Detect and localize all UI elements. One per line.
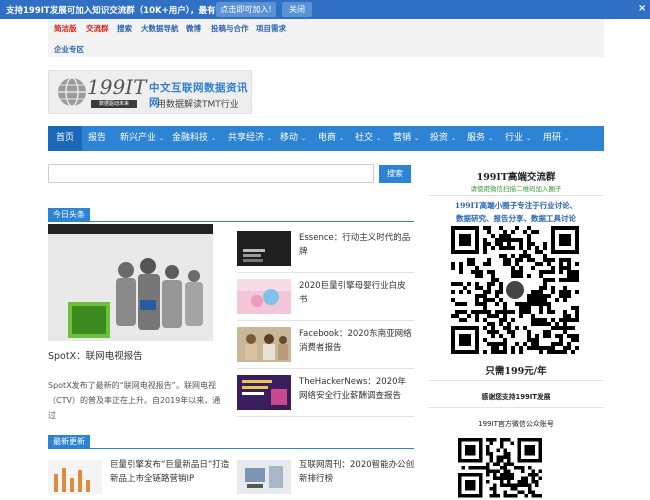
nav-item-home[interactable]: 首页 (48, 126, 83, 151)
chevron-down-icon: ⌄ (414, 135, 420, 142)
news-title: Facebook：2020东南亚网络消费者报告 (299, 329, 412, 353)
price-label: 只需199元/年 (485, 366, 547, 377)
nav-item-emerging[interactable]: 新兴产业 ⌄ (120, 126, 164, 151)
chevron-down-icon: ⌄ (159, 135, 165, 142)
main-nav: 首页 报告 新兴产业 ⌄ 金融科技 ⌄ 共享经济 ⌄ 移动 ⌄ 电商 ⌄ 社交 ⌄ 营销 ⌄ … (48, 126, 604, 151)
chevron-down-icon: ⌄ (339, 135, 345, 142)
nav-label: 金融科技 (172, 133, 209, 143)
nav-item-services[interactable]: 服务 ⌄ (467, 126, 493, 151)
notice-bar: 支持199IT发展可加入知识交流群（10K+用户），最有价值数据分享! 点击即可… (0, 0, 650, 19)
news-title: 互联网周刊：2020智能办公创新排行榜 (299, 460, 415, 484)
toplink-simple[interactable]: 简洁版 (54, 23, 77, 34)
nav-label: 营销 (393, 133, 412, 143)
divider (237, 416, 414, 417)
site-logo[interactable]: 199IT 数据驱动未来 中文互联网数据资讯网 用数据解读TMT行业 (48, 70, 252, 114)
logo-subtitle: 用数据解读TMT行业 (157, 100, 239, 110)
nav-item-reports[interactable]: 报告 (88, 126, 106, 151)
section-divider (48, 221, 414, 222)
nav-label: 首页 (56, 133, 75, 143)
notice-close-button[interactable]: 关闭 (282, 2, 312, 17)
qr-code-icon (458, 438, 544, 500)
toplink-group[interactable]: 交流群 (86, 23, 109, 34)
logo-tagline: 数据驱动未来 (91, 100, 137, 108)
divider (428, 407, 604, 408)
section-tag-latest: 最新更新 (48, 435, 90, 449)
news-title: 巨量引擎发布“巨量新品日”打造新品上市全链路营销IP (110, 460, 230, 484)
list-item[interactable]: 互联网周刊：2020智能办公创新排行榜 (237, 458, 417, 498)
group-title: 199IT高端交流群 (476, 172, 556, 183)
nav-label: 用研 (543, 133, 562, 143)
nav-item-fintech[interactable]: 金融科技 ⌄ (172, 126, 216, 151)
toplink-search[interactable]: 搜索 (117, 23, 132, 34)
nav-label: 移动 (280, 133, 299, 143)
nav-item-investment[interactable]: 投资 ⌄ (430, 126, 456, 151)
news-title: TheHackerNews：2020年网络安全行业薪酬调查报告 (299, 377, 407, 401)
nav-label: 报告 (88, 133, 107, 143)
toplink-enterprise[interactable]: 企业专区 (54, 44, 84, 55)
divider (237, 368, 414, 369)
chevron-down-icon: ⌄ (267, 135, 273, 142)
hero-image[interactable] (48, 224, 213, 341)
section-tag-headlines: 今日头条 (48, 208, 90, 222)
divider (237, 320, 414, 321)
chevron-down-icon: ⌄ (564, 135, 570, 142)
nav-item-industry[interactable]: 行业 ⌄ (505, 126, 531, 151)
chevron-down-icon: ⌄ (301, 135, 307, 142)
chevron-down-icon: ⌄ (488, 135, 494, 142)
group-description: 199IT高端小圈子专注于行业讨论、 (454, 201, 578, 210)
hero-photo (48, 224, 213, 341)
join-group-button[interactable]: 点击即可加入! (216, 2, 276, 17)
nav-item-sharing[interactable]: 共享经济 ⌄ (228, 126, 272, 151)
divider (428, 380, 604, 381)
chevron-down-icon: ⌄ (526, 135, 532, 142)
list-item[interactable]: 巨量引擎发布“巨量新品日”打造新品上市全链路营销IP (48, 458, 230, 498)
hero-title[interactable]: SpotX：联网电视报告 (48, 348, 143, 362)
nav-label: 行业 (505, 133, 524, 143)
globe-icon (58, 77, 86, 107)
toplink-weibo[interactable]: 微博 (186, 23, 201, 34)
group-description: 数据研究、报告分享、数据工具讨论 (456, 214, 576, 223)
official-account-label: 199IT官方微信公众账号 (478, 420, 554, 428)
section-divider (48, 448, 414, 449)
group-subtitle: 请使用微信扫描二维码加入圈子 (470, 185, 562, 193)
qr-code-icon (451, 226, 579, 354)
chevron-down-icon: ⌄ (211, 135, 217, 142)
search-button[interactable]: 搜索 (379, 165, 411, 183)
news-thumbnail (237, 327, 291, 362)
nav-label: 电商 (318, 133, 337, 143)
news-title: 2020巨量引擎母婴行业白皮书 (299, 281, 406, 305)
news-thumbnail (237, 375, 291, 410)
logo-number: 199IT (87, 75, 147, 99)
hero-summary: SpotX发布了最新的“联网电视报告”。联网电视（CTV）的普及率正在上升。自2… (48, 381, 221, 420)
toplink-bigdata-nav[interactable]: 大数据导航 (141, 23, 179, 34)
chevron-down-icon: ⌄ (451, 135, 457, 142)
nav-label: 社交 (355, 133, 374, 143)
nav-item-research[interactable]: 用研 ⌄ (543, 126, 569, 151)
nav-item-ecommerce[interactable]: 电商 ⌄ (318, 126, 344, 151)
thanks-label: 感谢您支持199IT发展 (481, 393, 551, 401)
chevron-down-icon: ⌄ (376, 135, 382, 142)
nav-item-social[interactable]: 社交 ⌄ (355, 126, 381, 151)
nav-label: 服务 (467, 133, 486, 143)
close-icon[interactable]: × (638, 3, 646, 14)
nav-label: 新兴产业 (120, 133, 157, 143)
divider (428, 195, 604, 196)
news-thumbnail (237, 279, 291, 314)
nav-item-mobile[interactable]: 移动 ⌄ (280, 126, 306, 151)
toplink-contribute[interactable]: 投稿与合作 (211, 23, 249, 34)
news-thumbnail (48, 460, 102, 494)
news-title: Essence：行动主义时代的品牌 (299, 233, 411, 257)
news-thumbnail (237, 460, 291, 494)
toplink-projects[interactable]: 项目需求 (256, 23, 286, 34)
nav-item-marketing[interactable]: 营销 ⌄ (393, 126, 419, 151)
news-thumbnail (237, 231, 291, 266)
nav-label: 投资 (430, 133, 449, 143)
search-input[interactable] (48, 164, 374, 183)
divider (237, 272, 414, 273)
nav-label: 共享经济 (228, 133, 265, 143)
